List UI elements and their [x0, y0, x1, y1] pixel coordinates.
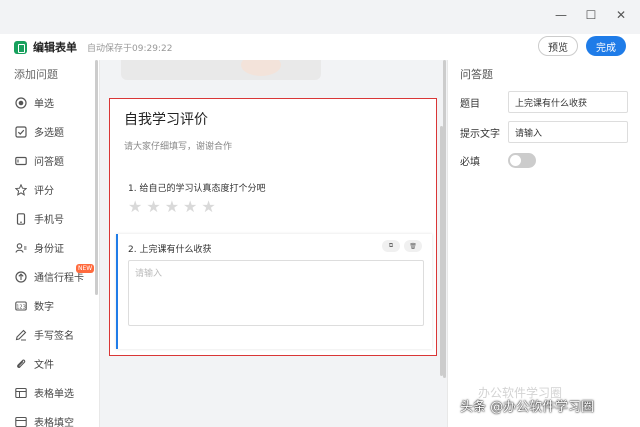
sidebar-item-phone[interactable]: 手机号: [0, 204, 99, 233]
checkbox-icon: [14, 125, 27, 138]
close-icon[interactable]: ✕: [614, 8, 628, 22]
sidebar-item-label: 表格单选: [34, 389, 74, 400]
preview-button[interactable]: 预览: [538, 36, 578, 56]
sidebar-scrollbar[interactable]: [95, 60, 98, 295]
sidebar-item-number[interactable]: 123 数字: [0, 291, 99, 320]
star-icon[interactable]: ★: [146, 199, 160, 215]
app-title: 编辑表单: [33, 41, 77, 54]
delete-question-button[interactable]: 🗑: [404, 240, 422, 252]
textbox-icon: [14, 154, 27, 167]
form-header-card[interactable]: 自我学习评价 请大家仔细填写，谢谢合作 1. 给自己的学习认真态度打个分吧 ★ …: [109, 98, 437, 356]
sidebar-item-qa[interactable]: 问答题: [0, 146, 99, 175]
id-card-icon: [14, 241, 27, 254]
sidebar-item-label: 单选: [34, 99, 54, 110]
header: 编辑表单 自动保存于09:29:22 预览 完成: [0, 34, 640, 60]
hint-label: 提示文字: [460, 128, 500, 140]
panel-scrollbar[interactable]: [443, 60, 446, 378]
sidebar-item-single-choice[interactable]: 单选: [0, 88, 99, 117]
sidebar-item-rating[interactable]: 评分: [0, 175, 99, 204]
hint-input[interactable]: 请输入: [508, 121, 628, 143]
paperclip-icon: [14, 357, 27, 370]
window-controls: — ☐ ✕: [554, 8, 628, 22]
form-cover-image: [121, 60, 321, 80]
sidebar-item-table-fill[interactable]: 表格填空: [0, 407, 99, 427]
required-label: 必填: [460, 157, 480, 168]
sidebar-item-multi-choice[interactable]: 多选题: [0, 117, 99, 146]
hint-property-row: 提示文字 请输入: [460, 121, 632, 143]
done-button[interactable]: 完成: [586, 36, 626, 56]
autosave-status: 自动保存于09:29:22: [87, 43, 173, 54]
new-badge: NEW: [76, 264, 95, 273]
sidebar-item-label: 数字: [34, 302, 54, 313]
question-2-card[interactable]: 2. 上完课有什么收获 ⧉ 🗑 请输入: [116, 234, 432, 349]
question-2-title: 2. 上完课有什么收获: [128, 245, 212, 255]
sidebar-item-signature[interactable]: 手写签名: [0, 320, 99, 349]
watermark: 头条 @办公软件学习圈: [460, 400, 595, 415]
title-label: 题目: [460, 98, 480, 110]
app-logo-icon: [14, 40, 27, 54]
question-1-title: 1. 给自己的学习认真态度打个分吧: [128, 184, 266, 194]
title-input[interactable]: 上完课有什么收获: [508, 91, 628, 113]
question-type-sidebar: 添加问题 单选 多选题 问答题 评分 手机号 身份证 通信行程卡 NEW 123…: [0, 60, 100, 427]
form-description[interactable]: 请大家仔细填写，谢谢合作: [124, 139, 232, 152]
arrow-circle-icon: [14, 270, 27, 283]
sidebar-item-label: 手机号: [34, 215, 64, 226]
required-toggle[interactable]: [508, 153, 536, 168]
radio-icon: [14, 96, 27, 109]
sidebar-item-label: 身份证: [34, 244, 64, 255]
minimize-icon[interactable]: —: [554, 8, 568, 22]
sidebar-item-label: 文件: [34, 360, 54, 371]
answer-textarea[interactable]: 请输入: [128, 260, 424, 326]
sidebar-title: 添加问题: [14, 68, 58, 81]
sidebar-item-label: 多选题: [34, 128, 64, 139]
copy-question-button[interactable]: ⧉: [382, 240, 400, 252]
title-property-row: 题目 上完课有什么收获: [460, 91, 632, 113]
required-property-row: 必填: [460, 153, 632, 168]
sidebar-item-travel-card[interactable]: 通信行程卡 NEW: [0, 262, 99, 291]
number-icon: 123: [14, 299, 27, 312]
star-icon[interactable]: ★: [201, 199, 215, 215]
phone-icon: [14, 212, 27, 225]
maximize-icon[interactable]: ☐: [584, 8, 598, 22]
sidebar-item-label: 表格填空: [34, 418, 74, 427]
panel-title: 问答题: [460, 68, 493, 81]
sidebar-item-table-single[interactable]: 表格单选: [0, 378, 99, 407]
rating-stars[interactable]: ★ ★ ★ ★ ★: [128, 199, 216, 215]
property-panel: 问答题 题目 上完课有什么收获 提示文字 请输入 必填: [443, 60, 640, 427]
sidebar-item-file[interactable]: 文件: [0, 349, 99, 378]
svg-text:123: 123: [16, 304, 26, 310]
form-title[interactable]: 自我学习评价: [124, 109, 208, 129]
sidebar-item-label: 手写签名: [34, 331, 74, 342]
sidebar-item-label: 评分: [34, 186, 54, 197]
signature-icon: [14, 328, 27, 341]
table-icon: [14, 415, 27, 427]
sidebar-item-label: 问答题: [34, 157, 64, 168]
table-icon: [14, 386, 27, 399]
star-icon[interactable]: ★: [165, 199, 179, 215]
star-icon[interactable]: ★: [183, 199, 197, 215]
form-canvas: 自我学习评价 请大家仔细填写，谢谢合作 1. 给自己的学习认真态度打个分吧 ★ …: [101, 60, 447, 427]
star-icon: [14, 183, 27, 196]
star-icon[interactable]: ★: [128, 199, 142, 215]
sidebar-item-id-card[interactable]: 身份证: [0, 233, 99, 262]
